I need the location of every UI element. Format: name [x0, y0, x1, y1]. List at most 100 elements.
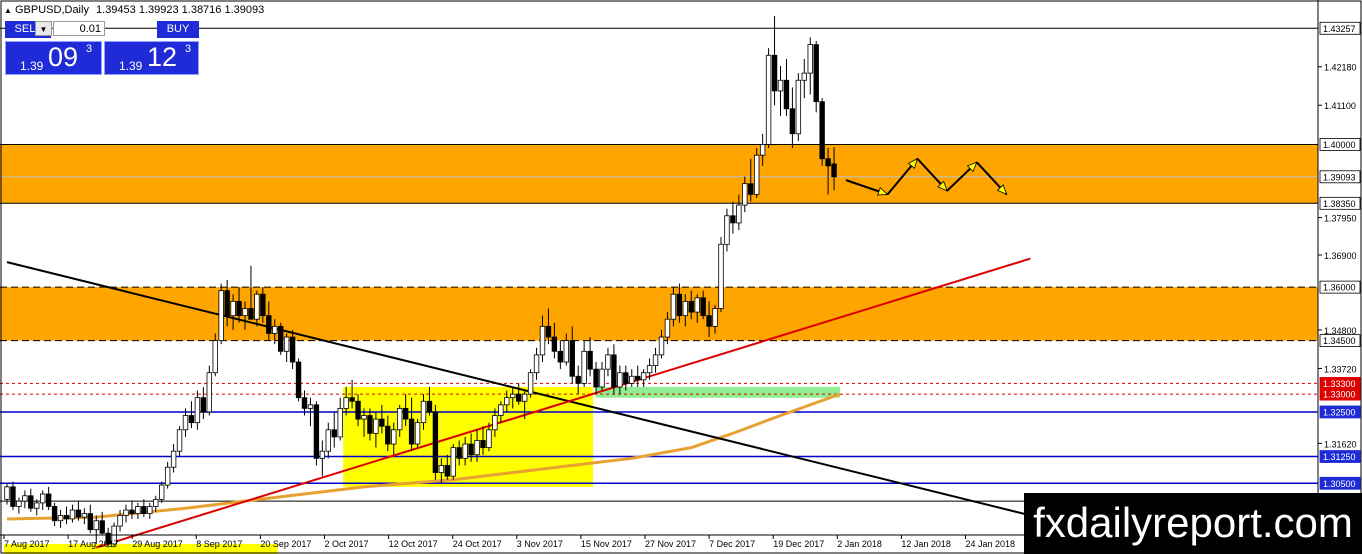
candle-body — [93, 520, 99, 531]
chart-frame — [0, 0, 1362, 554]
candle-body — [337, 407, 343, 438]
candle-body — [652, 354, 659, 366]
candle-body — [218, 290, 224, 342]
price-level-tag-text: 1.32500 — [1323, 407, 1356, 417]
price-level-tag-text: 1.31250 — [1323, 452, 1356, 462]
candle-body — [587, 350, 593, 370]
candle-body — [438, 465, 445, 473]
buy-price-box[interactable]: 1.39 12 3 — [104, 41, 199, 75]
candle-body — [391, 429, 397, 445]
candle-body — [480, 440, 486, 449]
price-level-tag-text: 1.43257 — [1323, 24, 1356, 34]
candle-body — [319, 450, 326, 459]
candle-body — [10, 486, 16, 507]
candle-body — [640, 372, 647, 381]
candle-body — [664, 318, 671, 338]
green-box — [596, 386, 840, 398]
candle-body — [492, 415, 498, 431]
candle-body — [706, 315, 712, 327]
resistance-zones — [0, 144, 1318, 341]
candle-body — [712, 308, 718, 327]
candle-body — [212, 340, 218, 374]
x-tick-label: 20 Sep 2017 — [260, 539, 311, 549]
x-tick-label: 12 Jan 2018 — [901, 539, 951, 549]
collapse-arrow-icon[interactable]: ▲ — [4, 6, 12, 15]
candle-body — [266, 315, 272, 334]
candle-body — [343, 397, 349, 409]
candle-body — [45, 493, 52, 507]
candle-body — [176, 429, 183, 452]
candle-body — [129, 509, 135, 514]
candle-body — [69, 509, 76, 520]
candle-body — [498, 404, 504, 416]
candle-body — [307, 404, 314, 409]
candle-body — [765, 54, 772, 145]
candle-body — [759, 144, 766, 156]
candle-body — [242, 308, 248, 317]
candle-body — [28, 495, 34, 509]
price-level-tag-text: 1.39093 — [1323, 172, 1356, 182]
candle-body — [188, 415, 195, 424]
sell-price-pips: 09 — [48, 42, 79, 72]
price-level-tag-text: 1.38350 — [1323, 199, 1356, 209]
candle-body — [194, 397, 201, 424]
candle-body — [379, 418, 385, 427]
x-tick-label: 17 Aug 2017 — [68, 539, 119, 549]
lot-dropdown-arrow-icon[interactable]: ▼ — [35, 21, 52, 36]
candle-body — [450, 447, 456, 477]
symbol-label: GBPUSD,Daily — [14, 4, 89, 16]
candle-body — [462, 443, 468, 459]
candle-body — [783, 79, 790, 110]
x-tick-label: 12 Oct 2017 — [389, 539, 438, 549]
one-click-trade-panel: SELL ▼ 0.01 BUY 1.39 09 3 1.39 12 3 — [5, 21, 199, 75]
candle-body — [736, 204, 742, 224]
candle-body — [474, 440, 480, 456]
candle-body — [718, 243, 724, 309]
candle-body — [283, 336, 290, 352]
price-axis-bg — [1318, 0, 1362, 554]
price-chart[interactable]: 1.421801.411001.379501.369001.348001.337… — [0, 0, 1362, 554]
candle-body — [510, 393, 516, 399]
candle-body — [575, 375, 581, 384]
candle-body — [254, 293, 260, 320]
lot-size-input[interactable]: 0.01 — [53, 21, 105, 36]
candle-body — [658, 336, 665, 356]
candle-body — [527, 372, 534, 395]
candle-body — [200, 397, 207, 413]
watermark: fxdailyreport.com — [1024, 493, 1362, 554]
candle-body — [16, 500, 22, 507]
x-tick-label: 29 Aug 2017 — [132, 539, 183, 549]
candle-body — [432, 411, 439, 473]
y-tick-label: 1.41100 — [1324, 101, 1356, 111]
x-tick-label: 8 Sep 2017 — [196, 539, 242, 549]
candle-body — [831, 163, 837, 178]
yellow-box — [343, 386, 594, 487]
candle-body — [230, 300, 236, 317]
candle-body — [516, 393, 522, 402]
buy-price-fraction: 3 — [185, 43, 192, 55]
candle-body — [742, 183, 748, 206]
candle-body — [349, 397, 355, 402]
sell-price-fraction: 3 — [86, 43, 93, 55]
candle-body — [182, 415, 189, 431]
candle-body — [420, 400, 427, 424]
candle-body — [51, 506, 58, 522]
chart-header: ▲ GBPUSD,Daily 1.39453 1.39923 1.38716 1… — [4, 4, 264, 16]
candle-body — [81, 513, 88, 518]
y-tick-label: 1.36900 — [1324, 251, 1357, 261]
y-tick-label: 1.42180 — [1324, 63, 1357, 73]
candle-body — [295, 361, 302, 399]
candle-body — [593, 368, 599, 388]
candle-body — [414, 422, 421, 445]
candle-body — [331, 429, 337, 438]
buy-button[interactable]: BUY — [157, 21, 199, 38]
orange-zone — [0, 287, 1318, 341]
candle-body — [825, 158, 831, 167]
price-level-tag-text: 1.36000 — [1323, 283, 1356, 293]
candle-body — [355, 400, 361, 420]
buy-price-prefix: 1.39 — [119, 59, 143, 73]
sell-price-box[interactable]: 1.39 09 3 — [5, 41, 102, 75]
candle-body — [694, 297, 700, 313]
candle-body — [272, 325, 278, 334]
y-tick-label: 1.31620 — [1324, 439, 1357, 449]
